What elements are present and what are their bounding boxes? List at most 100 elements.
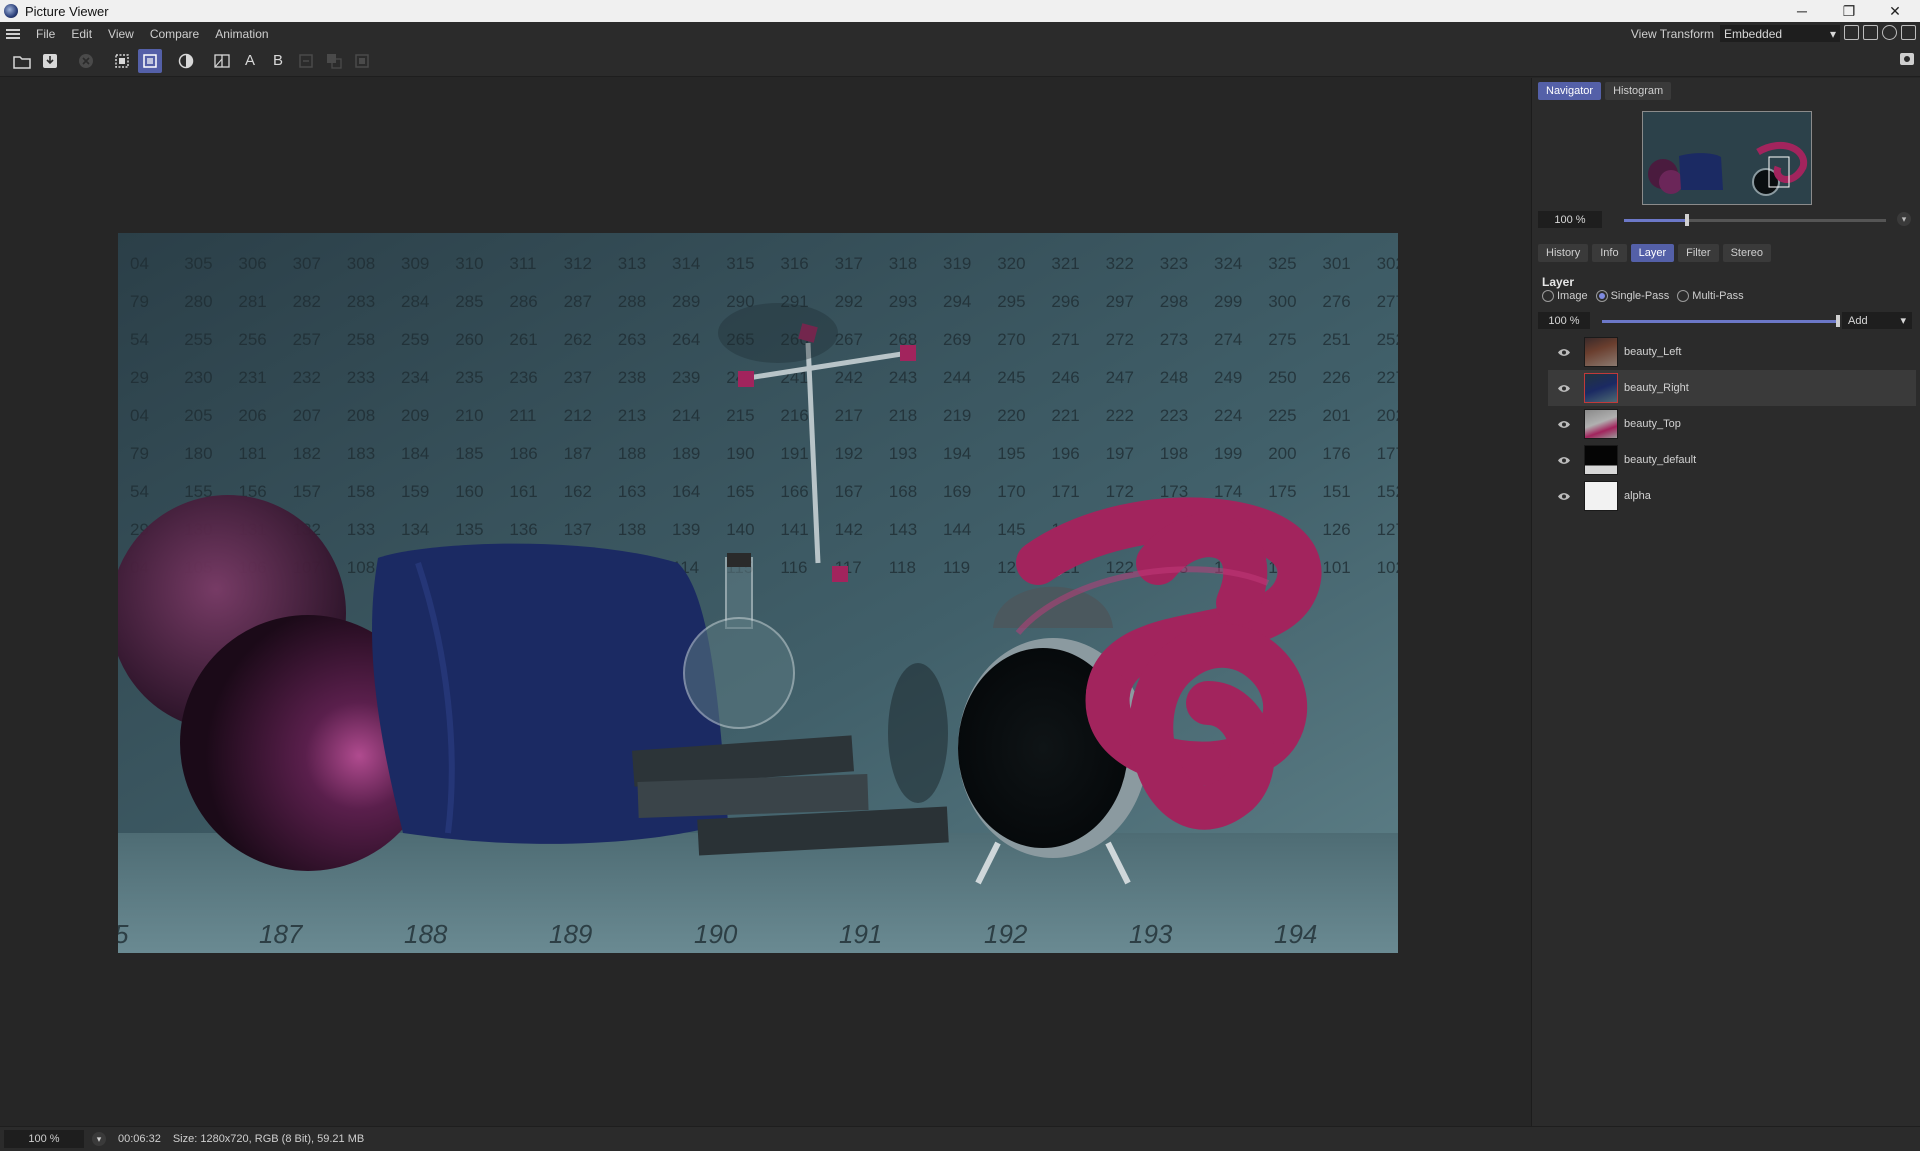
menu-animation[interactable]: Animation (207, 27, 276, 41)
navigator-options-icon[interactable]: ▾ (1897, 212, 1911, 226)
eye-icon[interactable] (1556, 455, 1572, 465)
split-icon[interactable] (350, 49, 374, 73)
floor-number: 5 (118, 919, 129, 949)
navigator-thumbnail[interactable] (1642, 111, 1812, 205)
floor-number: 191 (839, 919, 882, 949)
wall-number: 186 (509, 444, 537, 463)
contrast-icon[interactable] (174, 49, 198, 73)
wall-number: 311 (509, 254, 536, 273)
viewport[interactable]: 04 305 306 307 308 309 310 311 312 313 314 315 316 31… (0, 78, 1530, 1126)
tab-stereo[interactable]: Stereo (1722, 244, 1771, 262)
wall-number: 314 (672, 254, 700, 273)
wall-number: 219 (943, 406, 971, 425)
open-folder-icon[interactable] (10, 49, 34, 73)
wall-number: 250 (1268, 368, 1296, 387)
navigator-zoom-fill (1624, 219, 1687, 222)
wall-number: 223 (1160, 406, 1188, 425)
wall-number: 264 (672, 330, 700, 349)
set-b-icon[interactable]: B (266, 49, 290, 73)
wall-number: 210 (455, 406, 483, 425)
blend-mode-select[interactable]: Add ▾ (1842, 312, 1912, 329)
layer-row-alpha[interactable]: alpha (1548, 478, 1916, 514)
zoom-field[interactable]: 100 % (4, 1130, 84, 1148)
layer-thumbnail (1584, 481, 1618, 511)
panel-layout-icon[interactable] (1844, 25, 1859, 40)
pin-icon[interactable] (1901, 25, 1916, 40)
wall-number: 238 (618, 368, 646, 387)
stop-render-icon[interactable] (74, 49, 98, 73)
ab-compare-icon[interactable] (210, 49, 234, 73)
save-icon[interactable] (38, 49, 62, 73)
radio-multi-pass-label: Multi-Pass (1692, 290, 1744, 302)
wall-number: 306 (238, 254, 266, 273)
wall-number: 272 (1106, 330, 1134, 349)
wall-number: 138 (618, 520, 646, 539)
wall-number: 133 (347, 520, 375, 539)
wall-number: 136 (509, 520, 537, 539)
eye-icon[interactable] (1556, 383, 1572, 393)
hand-tool-icon[interactable] (1882, 25, 1897, 40)
navigator-zoom-handle[interactable] (1684, 214, 1689, 226)
tab-info[interactable]: Info (1592, 244, 1627, 262)
radio-multi-pass[interactable]: Multi-Pass (1677, 290, 1744, 302)
navigator-zoom-slider[interactable] (1624, 214, 1886, 226)
wall-number: 243 (889, 368, 917, 387)
wall-number: 166 (780, 482, 808, 501)
difference-icon[interactable] (322, 49, 346, 73)
tab-histogram[interactable]: Histogram (1605, 82, 1672, 100)
layer-thumbnail (1584, 337, 1618, 367)
eye-icon[interactable] (1556, 491, 1572, 501)
render-region-icon[interactable] (138, 48, 162, 73)
tab-filter[interactable]: Filter (1678, 244, 1719, 262)
maximize-button[interactable]: ❐ (1826, 0, 1872, 22)
layer-row-beauty-right[interactable]: beauty_Right (1548, 370, 1916, 406)
render-image[interactable]: 04 305 306 307 308 309 310 311 312 313 314 315 316 31… (118, 233, 1398, 953)
wall-number: 300 (1268, 292, 1296, 311)
eye-icon[interactable] (1556, 419, 1572, 429)
wall-number: 246 (1051, 368, 1079, 387)
eye-icon[interactable] (1556, 347, 1572, 357)
layout-switch-icon[interactable] (1898, 49, 1916, 72)
wall-number: 176 (1322, 444, 1350, 463)
wall-number: 325 (1268, 254, 1296, 273)
radio-single-pass[interactable]: Single-Pass (1595, 290, 1669, 302)
menu-file[interactable]: File (28, 27, 63, 41)
wall-number: 242 (835, 368, 863, 387)
opacity-field[interactable]: 100 % (1538, 312, 1590, 329)
wall-number: 257 (293, 330, 321, 349)
radio-image[interactable]: Image (1542, 290, 1588, 302)
wall-number: 294 (943, 292, 971, 311)
minimize-button[interactable]: ─ (1779, 0, 1825, 22)
region-icon[interactable] (110, 49, 134, 73)
navigator-zoom-field[interactable]: 100 % (1538, 211, 1602, 228)
wall-number: 139 (672, 520, 700, 539)
wall-number: 191 (780, 444, 808, 463)
zoom-dropdown-icon[interactable]: ▾ (92, 1132, 106, 1146)
wall-number: 284 (401, 292, 429, 311)
close-button[interactable]: ✕ (1872, 0, 1918, 22)
wall-number: 237 (564, 368, 592, 387)
view-transform-select[interactable]: Embedded ▾ (1720, 25, 1840, 42)
chevron-down-icon: ▾ (1900, 315, 1906, 327)
layer-row-beauty-left[interactable]: beauty_Left (1548, 334, 1916, 370)
external-window-icon[interactable] (1863, 25, 1878, 40)
menu-edit[interactable]: Edit (63, 27, 100, 41)
wall-number: 274 (1214, 330, 1242, 349)
opacity-handle[interactable] (1836, 315, 1840, 327)
layer-row-beauty-default[interactable]: beauty_default (1548, 442, 1916, 478)
tab-layer[interactable]: Layer (1630, 244, 1675, 262)
set-a-icon[interactable]: A (238, 49, 262, 73)
hamburger-menu-icon[interactable] (6, 28, 20, 39)
opacity-slider[interactable] (1602, 315, 1840, 327)
swap-ab-icon[interactable] (294, 49, 318, 73)
layer-thumbnail (1584, 373, 1618, 403)
tab-navigator[interactable]: Navigator (1538, 82, 1602, 100)
tab-history[interactable]: History (1538, 244, 1589, 262)
floor-number: 190 (694, 919, 738, 949)
wall-number: 289 (672, 292, 700, 311)
layer-row-beauty-top[interactable]: beauty_Top (1548, 406, 1916, 442)
menu-view[interactable]: View (100, 27, 142, 41)
wall-number: 198 (1160, 444, 1188, 463)
menu-compare[interactable]: Compare (142, 27, 207, 41)
layer-heading: Layer (1542, 275, 1575, 289)
